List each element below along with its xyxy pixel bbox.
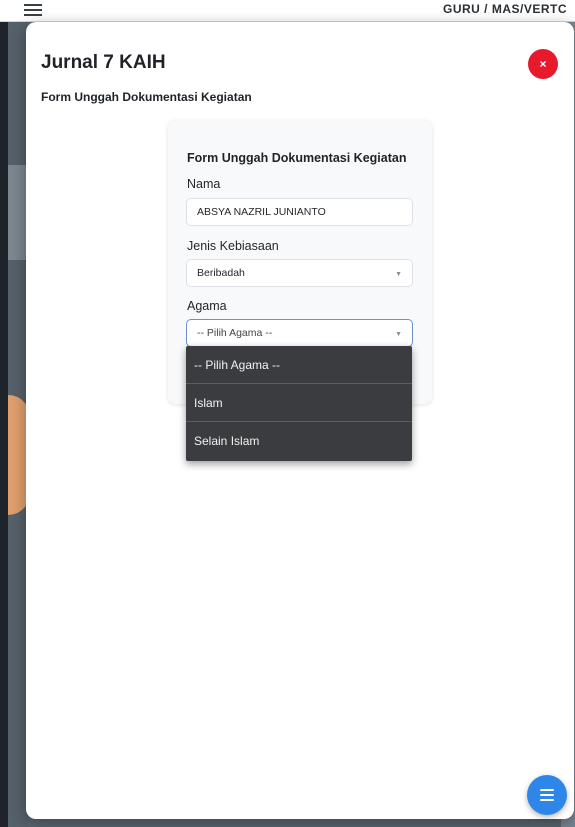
- background-left-edge: [0, 22, 8, 827]
- modal-title: Jurnal 7 KAIH: [41, 52, 166, 73]
- agama-dropdown-list: -- Pilih Agama -- Islam Selain Islam: [186, 346, 412, 461]
- dropdown-option-placeholder[interactable]: -- Pilih Agama --: [186, 346, 412, 384]
- close-button[interactable]: ×: [528, 49, 558, 79]
- agama-label: Agama: [187, 299, 227, 313]
- background-decoration: [8, 165, 28, 260]
- jenis-kebiasaan-label: Jenis Kebiasaan: [187, 239, 279, 253]
- jurnal-modal: Jurnal 7 KAIH Form Unggah Dokumentasi Ke…: [26, 22, 574, 819]
- nama-value: ABSYA NAZRIL JUNIANTO: [197, 206, 326, 218]
- close-icon: ×: [539, 57, 547, 71]
- jenis-kebiasaan-select[interactable]: Beribadah ▼: [186, 259, 413, 287]
- dropdown-option-selain-islam[interactable]: Selain Islam: [186, 422, 412, 460]
- agama-select[interactable]: -- Pilih Agama -- ▼: [186, 319, 413, 347]
- background-header-title: GURU / MAS/VERTC: [442, 2, 567, 16]
- floating-menu-button[interactable]: [527, 775, 567, 815]
- modal-subtitle: Form Unggah Dokumentasi Kegiatan: [41, 90, 252, 104]
- menu-icon: [540, 786, 554, 804]
- background-topbar: GURU / MAS/VERTC: [0, 0, 575, 22]
- agama-value: -- Pilih Agama --: [197, 327, 273, 339]
- nama-label: Nama: [187, 177, 221, 191]
- form-title: Form Unggah Dokumentasi Kegiatan: [187, 151, 407, 165]
- chevron-down-icon: ▼: [395, 271, 402, 278]
- chevron-down-icon: ▼: [395, 331, 402, 338]
- nama-field[interactable]: ABSYA NAZRIL JUNIANTO: [186, 198, 413, 226]
- jenis-kebiasaan-value: Beribadah: [197, 267, 245, 279]
- dropdown-option-islam[interactable]: Islam: [186, 384, 412, 422]
- hamburger-menu-icon[interactable]: [24, 4, 42, 16]
